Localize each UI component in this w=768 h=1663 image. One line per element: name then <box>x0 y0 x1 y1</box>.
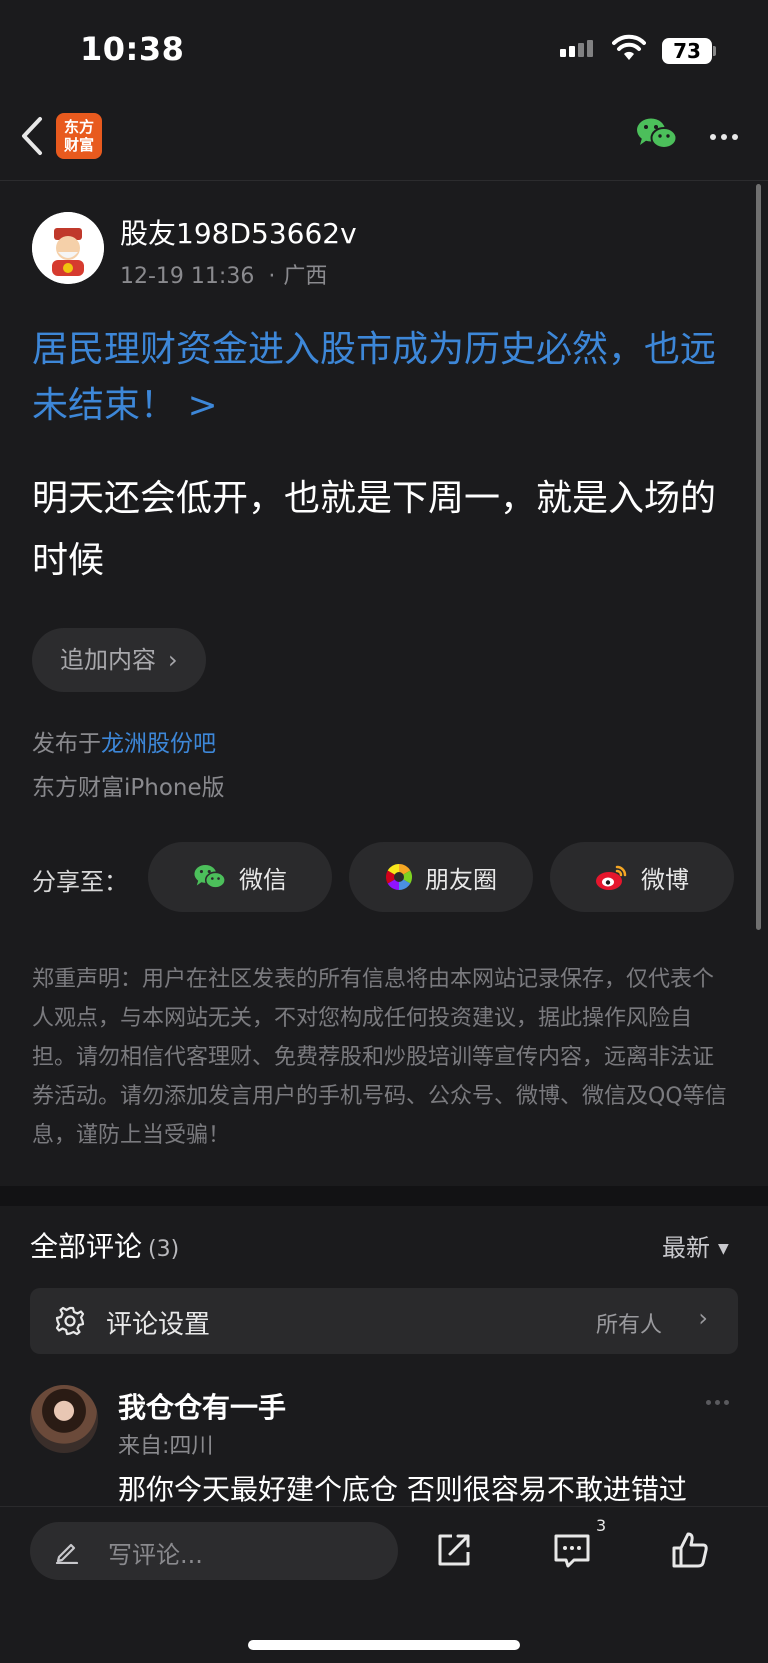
caret-down-icon: ▼ <box>718 1241 729 1257</box>
share-label: 分享至： <box>32 868 128 896</box>
wechat-share-icon[interactable] <box>636 116 678 152</box>
logo-line1: 东方 <box>63 118 94 136</box>
share-weibo-label: 微博 <box>641 865 689 894</box>
nav-divider <box>0 180 768 181</box>
thumbs-up-icon[interactable] <box>670 1530 710 1570</box>
battery-tip <box>713 46 716 56</box>
sort-dropdown[interactable]: 最新 ▼ <box>662 1228 729 1263</box>
comment-icon[interactable] <box>552 1530 592 1570</box>
post-body: 明天还会低开，也就是下周一，就是入场的时候 <box>32 478 717 581</box>
comment-more-icon[interactable] <box>706 1400 729 1405</box>
commenter-avatar[interactable] <box>30 1385 98 1453</box>
share-moments-button[interactable]: 朋友圈 <box>349 842 533 912</box>
comment-count-badge: 3 <box>596 1516 607 1535</box>
chevron-right-icon: › <box>698 1304 708 1332</box>
comment-settings-label: 评论设置 <box>106 1310 211 1340</box>
cellular-signal-icon <box>560 40 593 57</box>
back-chevron-icon[interactable] <box>18 115 46 157</box>
share-wechat-label: 微信 <box>239 865 287 894</box>
published-prefix: 发布于 <box>32 731 101 757</box>
comments-count: (3) <box>148 1237 180 1262</box>
comment-settings-value: 所有人 <box>595 1313 662 1338</box>
wechat-icon <box>194 864 226 889</box>
share-wechat-button[interactable]: 微信 <box>148 842 332 912</box>
moments-icon <box>385 863 413 891</box>
post-meta: 12-19 11:36 · 广西 <box>120 264 328 289</box>
section-divider <box>0 1186 768 1206</box>
share-weibo-button[interactable]: 微博 <box>550 842 734 912</box>
comments-title-label: 全部评论 <box>30 1230 143 1263</box>
pencil-icon <box>55 1543 79 1564</box>
post-location: 广西 <box>283 264 328 289</box>
comment-placeholder: 写评论... <box>108 1541 203 1569</box>
author-avatar[interactable] <box>32 212 104 284</box>
post-date: 12-19 11:36 <box>120 264 255 289</box>
comment-input[interactable]: 写评论... <box>30 1522 398 1580</box>
comments-title: 全部评论 (3) <box>30 1225 179 1265</box>
wifi-icon <box>612 34 646 60</box>
comment-settings-row[interactable]: 评论设置 所有人 › <box>30 1288 738 1354</box>
home-indicator[interactable] <box>248 1640 520 1650</box>
post-platform: 东方财富iPhone版 <box>32 775 225 801</box>
battery-icon: 73 <box>662 38 712 64</box>
app-logo[interactable]: 东方 财富 <box>56 113 102 159</box>
append-content-button[interactable]: 追加内容 › <box>32 628 206 692</box>
scrollbar[interactable] <box>756 184 761 930</box>
gear-icon <box>55 1306 85 1336</box>
append-label: 追加内容 <box>60 646 156 674</box>
comment-text: 那你今天最好建个底仓 否则很容易不敢进错过 <box>118 1473 687 1506</box>
author-name[interactable]: 股友198D53662v <box>120 212 357 252</box>
disclaimer-text: 郑重声明：用户在社区发表的所有信息将由本网站记录保存，仅代表个人观点，与本网站无… <box>32 967 727 1148</box>
published-in: 发布于龙洲股份吧 <box>32 724 216 758</box>
god-of-wealth-icon <box>32 212 104 284</box>
weibo-icon <box>596 865 627 890</box>
more-options-icon[interactable] <box>710 134 738 140</box>
sort-label: 最新 <box>662 1234 710 1262</box>
share-moments-label: 朋友圈 <box>425 865 497 894</box>
share-out-icon[interactable] <box>434 1530 474 1570</box>
logo-line2: 财富 <box>63 136 94 154</box>
chevron-right-icon: › <box>168 646 178 674</box>
commenter-location: 来自:四川 <box>118 1434 214 1459</box>
status-time: 10:38 <box>80 30 185 68</box>
post-headline-link[interactable]: 居民理财资金进入股市成为历史必然，也远未结束！ > <box>32 322 742 434</box>
commenter-name[interactable]: 我仓仓有一手 <box>118 1386 286 1426</box>
bar-link[interactable]: 龙洲股份吧 <box>101 731 216 757</box>
